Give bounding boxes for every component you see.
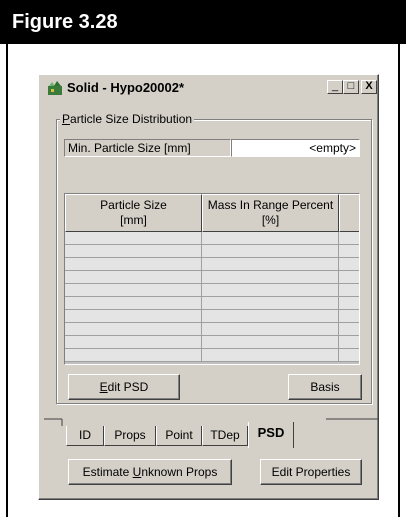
estimate-unknown-props-button[interactable]: Estimate Unknown Props [68, 459, 232, 485]
minimize-button[interactable]: _ [327, 80, 343, 94]
column-header-extra [339, 194, 359, 232]
tab-point[interactable]: Point [156, 426, 202, 446]
table-cell [339, 310, 359, 323]
table-cell[interactable] [202, 349, 339, 362]
table-cell[interactable] [65, 297, 202, 310]
tab-psd[interactable]: PSD [248, 422, 294, 448]
figure-label: Figure 3.28 [12, 11, 118, 33]
table-cell [339, 232, 359, 245]
table-cell[interactable] [202, 297, 339, 310]
tab-id[interactable]: ID [66, 426, 104, 446]
minimize-icon: _ [331, 80, 339, 92]
table-cell[interactable] [202, 258, 339, 271]
maximize-button[interactable]: □ [343, 80, 359, 94]
table-cell [339, 297, 359, 310]
edit-properties-button[interactable]: Edit Properties [260, 459, 362, 485]
column-header-particle-size[interactable]: Particle Size [mm] [65, 194, 202, 232]
min-particle-label: Min. Particle Size [mm] [64, 139, 231, 157]
table-cell [339, 336, 359, 349]
table-cell [339, 258, 359, 271]
figure-header: Figure 3.28 [0, 0, 406, 44]
close-icon: X [365, 80, 373, 92]
table-cell[interactable] [202, 336, 339, 349]
table-cell[interactable] [202, 271, 339, 284]
table-cell[interactable] [65, 336, 202, 349]
min-particle-row: Min. Particle Size [mm] <empty> [64, 139, 360, 157]
table-cell[interactable] [202, 245, 339, 258]
column-header-mass-percent[interactable]: Mass In Range Percent [%] [202, 194, 339, 232]
edit-psd-button[interactable]: Edit PSD [68, 374, 180, 400]
psd-group-label: Particle Size Distribution [60, 112, 195, 126]
table-cell[interactable] [202, 323, 339, 336]
table-cell[interactable] [65, 245, 202, 258]
table-cell[interactable] [202, 284, 339, 297]
table-cell[interactable] [65, 310, 202, 323]
maximize-icon: □ [347, 80, 355, 92]
table-cell[interactable] [65, 271, 202, 284]
table-cell[interactable] [65, 323, 202, 336]
table-cell[interactable] [202, 232, 339, 245]
table-cell[interactable] [65, 232, 202, 245]
table-cell[interactable] [202, 310, 339, 323]
table-cell[interactable] [65, 258, 202, 271]
table-cell [339, 284, 359, 297]
title-bar[interactable]: Solid - Hypo20002* _ □ X [41, 77, 377, 99]
basis-button[interactable]: Basis [288, 374, 362, 400]
table-cell [339, 245, 359, 258]
table-cell[interactable] [65, 284, 202, 297]
table-cell [339, 323, 359, 336]
table-cell [339, 349, 359, 362]
tab-props[interactable]: Props [104, 426, 156, 446]
window-title: Solid - Hypo20002* [67, 80, 185, 95]
min-particle-input[interactable]: <empty> [231, 139, 360, 157]
solid-app-icon [48, 81, 62, 95]
close-button[interactable]: X [361, 80, 377, 94]
table-cell [339, 271, 359, 284]
tab-tdep[interactable]: TDep [202, 426, 248, 446]
psd-table[interactable]: Particle Size [mm] Mass In Range Percent… [64, 193, 360, 365]
table-cell[interactable] [65, 349, 202, 362]
